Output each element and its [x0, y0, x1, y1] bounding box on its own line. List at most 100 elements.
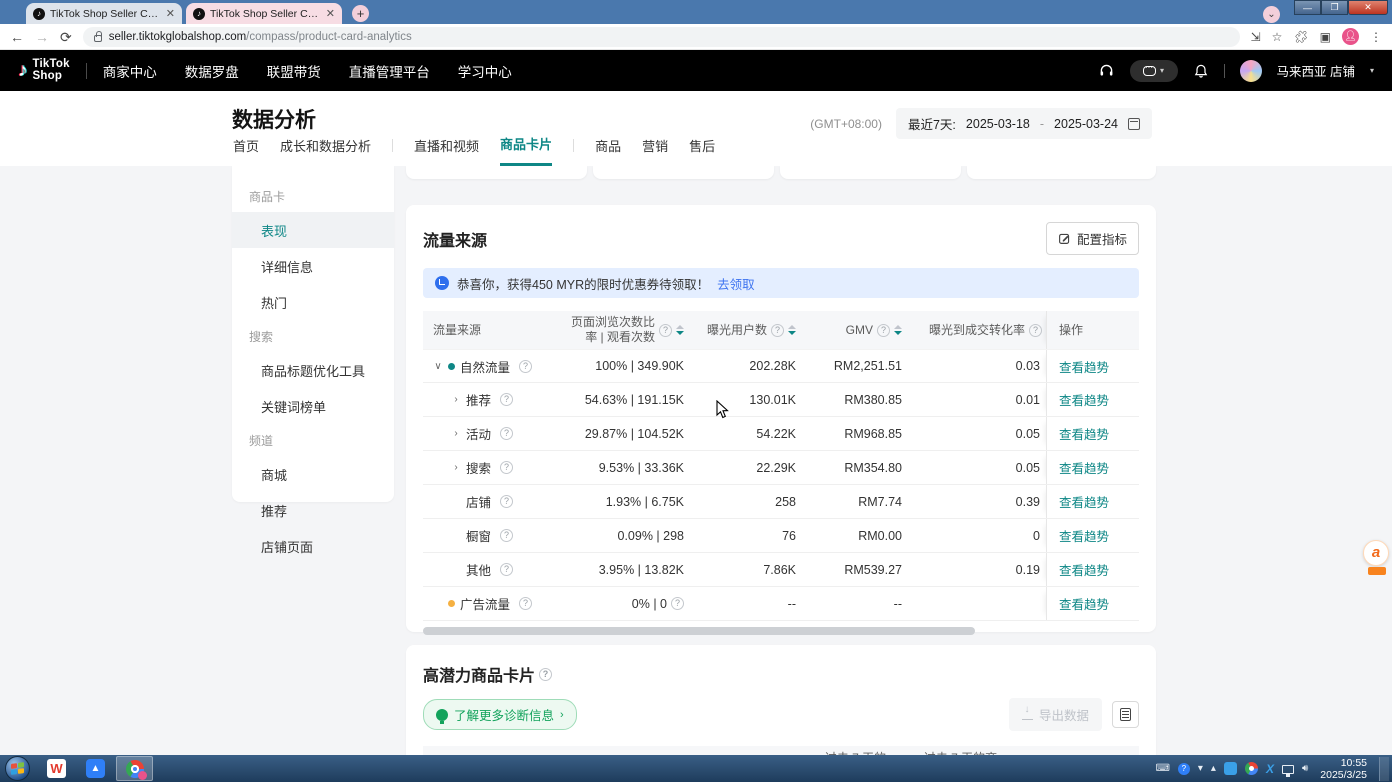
- tab-营销[interactable]: 营销: [642, 136, 668, 165]
- back-icon[interactable]: ←: [10, 30, 24, 44]
- account-chevron-icon[interactable]: ▾: [1370, 66, 1374, 75]
- maximize-button[interactable]: ❐: [1321, 0, 1348, 15]
- taskbar-chrome[interactable]: [116, 756, 153, 781]
- help-icon[interactable]: ?: [671, 597, 684, 610]
- claim-coupon-link[interactable]: 去领取: [717, 274, 755, 293]
- show-desktop-button[interactable]: [1379, 757, 1389, 781]
- tab-售后[interactable]: 售后: [689, 136, 715, 165]
- minimize-button[interactable]: —: [1294, 0, 1321, 15]
- view-trend-link[interactable]: 查看趋势: [1059, 424, 1109, 443]
- nav-item-数据罗盘[interactable]: 数据罗盘: [185, 61, 239, 81]
- bell-icon[interactable]: [1193, 63, 1209, 79]
- help-icon[interactable]: ?: [519, 597, 532, 610]
- tray-app-icon[interactable]: [1224, 762, 1237, 775]
- sidebar-item-关键词榜单[interactable]: 关键词榜单: [232, 388, 394, 424]
- floating-promo-widget[interactable]: a: [1363, 540, 1391, 575]
- help-icon[interactable]: ?: [1029, 324, 1042, 337]
- tab-商品卡片[interactable]: 商品卡片: [500, 134, 552, 166]
- sidebar-item-店铺页面[interactable]: 店铺页面: [232, 528, 394, 564]
- sidebar-item-表现[interactable]: 表现: [232, 212, 394, 248]
- profile-avatar[interactable]: 👤︎: [1342, 28, 1359, 45]
- messages-button[interactable]: ▾: [1130, 60, 1178, 82]
- help-icon[interactable]: ?: [659, 324, 672, 337]
- diagnosis-info-button[interactable]: 了解更多诊断信息 ›: [423, 699, 577, 730]
- help-icon[interactable]: ?: [500, 461, 513, 474]
- close-tab-icon[interactable]: ✕: [326, 7, 335, 20]
- sort-icon[interactable]: [894, 325, 902, 335]
- help-icon[interactable]: ?: [500, 529, 513, 542]
- tiktok-shop-logo[interactable]: TikTok Shop: [33, 59, 70, 82]
- sort-icon[interactable]: [788, 325, 796, 335]
- tray-expand-icon[interactable]: ▴: [1211, 764, 1216, 774]
- view-trend-link[interactable]: 查看趋势: [1059, 357, 1109, 376]
- sidebar-item-商城[interactable]: 商城: [232, 456, 394, 492]
- sidebar-item-热门[interactable]: 热门: [232, 284, 394, 320]
- view-trend-link[interactable]: 查看趋势: [1059, 458, 1109, 477]
- help-icon[interactable]: ?: [500, 495, 513, 508]
- tab-成长和数据分析[interactable]: 成长和数据分析: [280, 136, 371, 165]
- close-tab-icon[interactable]: ✕: [166, 7, 175, 20]
- help-icon[interactable]: ?: [500, 427, 513, 440]
- help-icon[interactable]: ?: [771, 324, 784, 337]
- sidebar-item-商品标题优化工具[interactable]: 商品标题优化工具: [232, 352, 394, 388]
- clock[interactable]: 10:55 2025/3/25: [1320, 757, 1367, 781]
- expand-icon[interactable]: ›: [451, 462, 461, 473]
- tab-直播和视频[interactable]: 直播和视频: [414, 136, 479, 165]
- report-list-button[interactable]: [1112, 701, 1139, 728]
- help-icon[interactable]: ?: [500, 393, 513, 406]
- volume-icon[interactable]: 🔊︎: [1302, 764, 1308, 774]
- scrollbar-thumb[interactable]: [423, 627, 975, 635]
- reload-icon[interactable]: ⟳: [60, 30, 72, 44]
- calendar-icon[interactable]: [1128, 118, 1140, 130]
- nav-item-商家中心[interactable]: 商家中心: [103, 61, 157, 81]
- close-button[interactable]: ✕: [1348, 0, 1388, 15]
- network-icon[interactable]: [1282, 765, 1294, 774]
- expand-icon[interactable]: ›: [451, 428, 461, 439]
- nav-item-联盟带货[interactable]: 联盟带货: [267, 61, 321, 81]
- headset-icon[interactable]: [1098, 62, 1115, 79]
- sidebar-item-推荐[interactable]: 推荐: [232, 492, 394, 528]
- tab-商品[interactable]: 商品: [595, 136, 621, 165]
- lock-icon[interactable]: [94, 35, 102, 42]
- tray-x-app-icon[interactable]: X: [1266, 762, 1274, 776]
- help-icon[interactable]: ?: [877, 324, 890, 337]
- taskbar-wps[interactable]: W: [38, 756, 75, 781]
- address-bar[interactable]: seller.tiktokglobalshop.com/compass/prod…: [83, 27, 1240, 47]
- view-trend-link[interactable]: 查看趋势: [1059, 594, 1109, 613]
- nav-item-学习中心[interactable]: 学习中心: [458, 61, 512, 81]
- ime-icon[interactable]: ⌨︎: [1155, 764, 1169, 774]
- shop-avatar[interactable]: [1240, 60, 1262, 82]
- nav-item-直播管理平台[interactable]: 直播管理平台: [349, 61, 430, 81]
- menu-dots-icon[interactable]: ⋮: [1370, 30, 1382, 44]
- tray-chrome-icon[interactable]: [1245, 762, 1258, 775]
- view-trend-link[interactable]: 查看趋势: [1059, 560, 1109, 579]
- expand-icon[interactable]: ∨: [433, 361, 443, 372]
- tab-search-icon[interactable]: ⌄: [1263, 6, 1280, 23]
- tray-dropdown-icon[interactable]: ▾: [1198, 764, 1203, 774]
- forward-icon[interactable]: →: [35, 30, 49, 44]
- bookmark-star-icon[interactable]: ☆: [1272, 30, 1283, 44]
- taskbar-meeting-app[interactable]: ▲: [77, 756, 114, 781]
- horizontal-scrollbar[interactable]: [423, 627, 1139, 635]
- help-tray-icon[interactable]: ?: [1178, 763, 1190, 775]
- sort-icon[interactable]: [676, 325, 684, 335]
- configure-metrics-button[interactable]: 配置指标: [1046, 222, 1139, 255]
- side-panel-icon[interactable]: ▣: [1320, 30, 1331, 44]
- new-tab-button[interactable]: +: [352, 5, 369, 22]
- view-trend-link[interactable]: 查看趋势: [1059, 526, 1109, 545]
- share-icon[interactable]: ⇲: [1251, 30, 1261, 44]
- browser-tab-2[interactable]: ♪ TikTok Shop Seller Center | Cr ✕: [186, 3, 342, 24]
- browser-tab-1[interactable]: ♪ TikTok Shop Seller Center | Cr ✕: [26, 3, 182, 24]
- help-icon[interactable]: ?: [519, 360, 532, 373]
- help-icon[interactable]: ?: [500, 563, 513, 576]
- account-name[interactable]: 马来西亚 店铺: [1277, 61, 1355, 80]
- tab-首页[interactable]: 首页: [233, 136, 259, 165]
- start-button[interactable]: [5, 756, 30, 781]
- view-trend-link[interactable]: 查看趋势: [1059, 390, 1109, 409]
- promo-logo-icon[interactable]: a: [1363, 540, 1389, 566]
- export-data-button[interactable]: 导出数据: [1009, 698, 1102, 731]
- view-trend-link[interactable]: 查看趋势: [1059, 492, 1109, 511]
- sidebar-item-详细信息[interactable]: 详细信息: [232, 248, 394, 284]
- help-icon[interactable]: ?: [539, 668, 552, 681]
- date-range-picker[interactable]: 最近7天: 2025-03-18 - 2025-03-24: [896, 108, 1152, 139]
